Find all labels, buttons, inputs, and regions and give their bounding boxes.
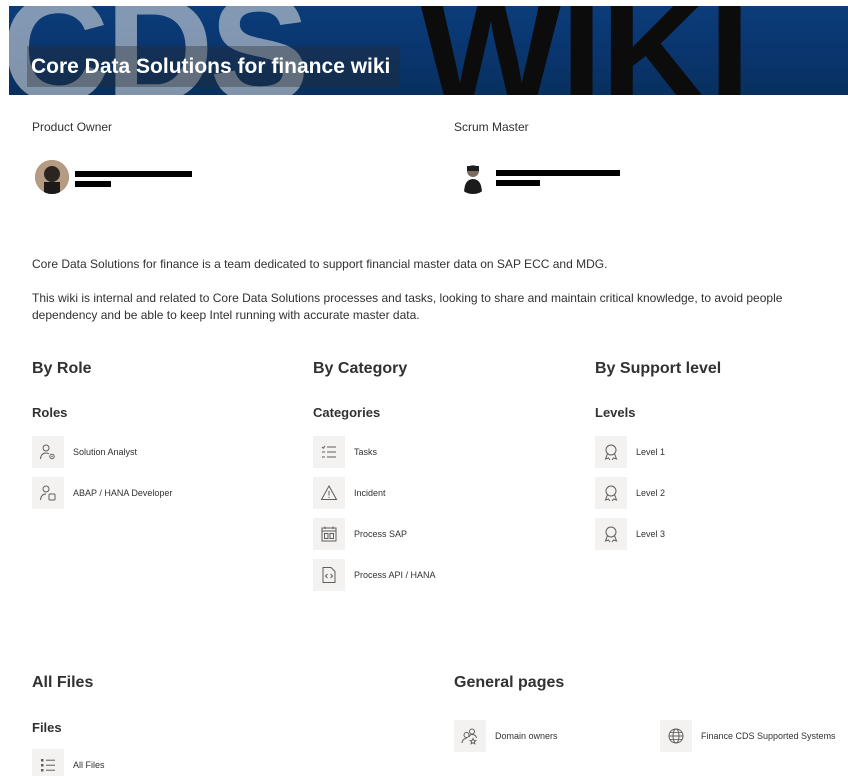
code-file-icon bbox=[313, 559, 345, 591]
product-owner-label: Product Owner bbox=[32, 120, 113, 134]
intro-paragraph-2: This wiki is internal and related to Cor… bbox=[32, 291, 783, 322]
link-level-2[interactable]: Level 2 bbox=[595, 477, 665, 509]
categories-subheading: Categories bbox=[313, 405, 381, 420]
person-photo-icon bbox=[456, 160, 490, 194]
calendar-icon bbox=[313, 518, 345, 550]
award-icon bbox=[595, 477, 627, 509]
by-support-level-heading: By Support level bbox=[595, 360, 722, 377]
people-star-icon bbox=[454, 720, 486, 752]
link-tasks[interactable]: Tasks bbox=[313, 436, 377, 468]
intro-paragraph-1: Core Data Solutions for finance is a tea… bbox=[32, 257, 608, 271]
owner-title-redacted bbox=[75, 181, 111, 187]
link-label: Finance CDS Supported Systems bbox=[701, 731, 836, 741]
by-category-heading: By Category bbox=[313, 360, 408, 377]
link-label: ABAP / HANA Developer bbox=[73, 488, 173, 498]
levels-subheading: Levels bbox=[595, 405, 636, 420]
owner-name-redacted bbox=[75, 171, 192, 177]
scrum-master-label: Scrum Master bbox=[454, 120, 529, 134]
by-role-heading: By Role bbox=[32, 360, 92, 377]
warning-icon bbox=[313, 477, 345, 509]
link-label: Level 2 bbox=[636, 488, 666, 498]
roles-subheading: Roles bbox=[32, 405, 68, 420]
general-pages-heading: General pages bbox=[454, 674, 565, 691]
link-solution-analyst[interactable]: Solution Analyst bbox=[32, 436, 137, 468]
files-subheading: Files bbox=[32, 720, 62, 735]
banner-title-box: Core Data Solutions for finance wiki bbox=[27, 46, 401, 87]
link-label: Level 3 bbox=[636, 529, 666, 539]
link-incident[interactable]: Incident bbox=[313, 477, 386, 509]
link-label: Domain owners bbox=[495, 731, 558, 741]
award-icon bbox=[595, 518, 627, 550]
person-gear-icon bbox=[32, 436, 64, 468]
task-list-icon bbox=[313, 436, 345, 468]
link-label: Level 1 bbox=[636, 447, 666, 457]
globe-icon bbox=[660, 720, 692, 752]
all-files-heading: All Files bbox=[32, 674, 94, 691]
link-domain-owners[interactable]: Domain owners bbox=[454, 720, 558, 752]
link-level-1[interactable]: Level 1 bbox=[595, 436, 665, 468]
link-process-api-hana[interactable]: Process API / HANA bbox=[313, 559, 436, 591]
link-label: Tasks bbox=[354, 447, 378, 457]
banner-watermark-wiki: WIKI bbox=[419, 6, 751, 95]
person-device-icon bbox=[32, 477, 64, 509]
link-label: All Files bbox=[73, 760, 105, 770]
link-label: Incident bbox=[354, 488, 386, 498]
scrum-master-avatar[interactable] bbox=[456, 160, 490, 194]
product-owner-avatar[interactable] bbox=[35, 160, 69, 194]
header-banner: CDS WIKI Core Data Solutions for finance… bbox=[9, 6, 848, 95]
bulleted-list-icon bbox=[32, 749, 64, 776]
page-title: Core Data Solutions for finance wiki bbox=[31, 54, 391, 78]
link-abap-hana-developer[interactable]: ABAP / HANA Developer bbox=[32, 477, 172, 509]
link-level-3[interactable]: Level 3 bbox=[595, 518, 665, 550]
award-icon bbox=[595, 436, 627, 468]
link-label: Solution Analyst bbox=[73, 447, 138, 457]
link-label: Process SAP bbox=[354, 529, 408, 539]
link-label: Process API / HANA bbox=[354, 570, 436, 580]
scrum-title-redacted bbox=[496, 180, 540, 186]
link-finance-cds-supported-systems[interactable]: Finance CDS Supported Systems bbox=[660, 720, 836, 752]
scrum-name-redacted bbox=[496, 170, 620, 176]
link-process-sap[interactable]: Process SAP bbox=[313, 518, 407, 550]
person-photo-icon bbox=[35, 160, 69, 194]
link-all-files[interactable]: All Files bbox=[32, 749, 105, 776]
